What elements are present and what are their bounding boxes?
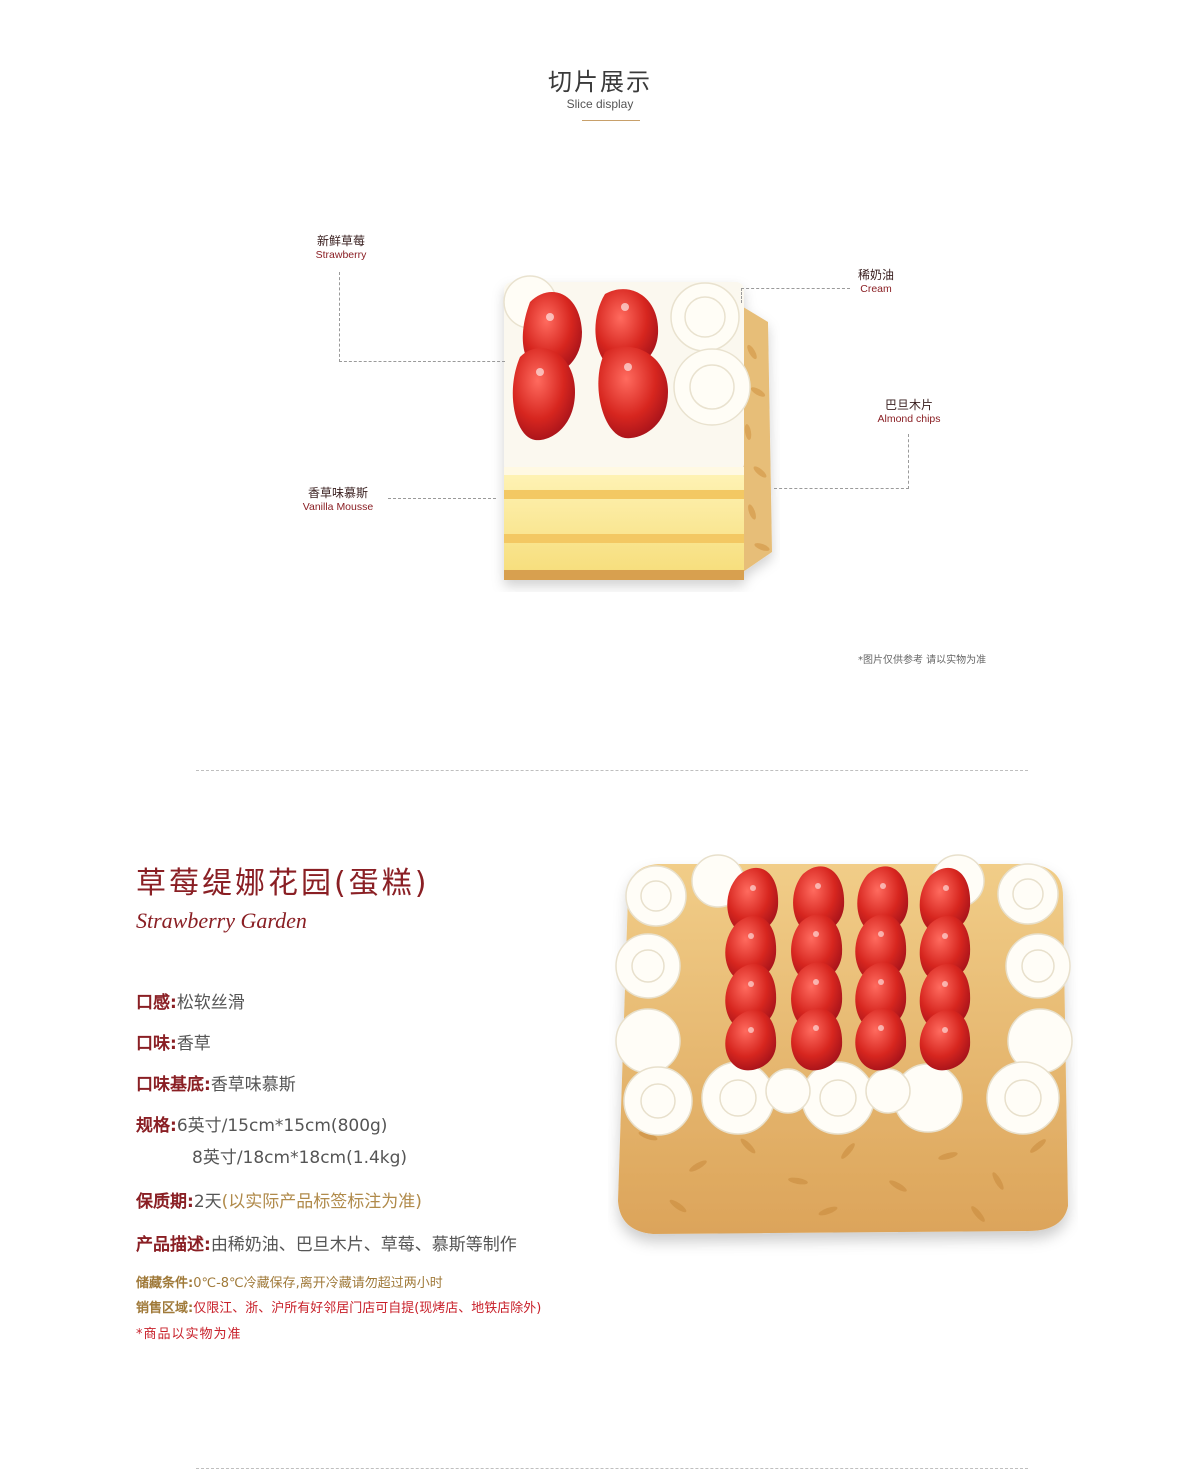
storage-key: 储藏条件:: [136, 1276, 194, 1291]
label-mousse-cn: 香草味慕斯: [307, 486, 368, 500]
row-shelf-life: 保质期:2天(以实际产品标签标注为准): [136, 1187, 422, 1212]
shelf-value: 2天: [193, 1192, 222, 1212]
shelf-key: 保质期:: [136, 1192, 194, 1212]
label-mousse: 香草味慕斯 Vanilla Mousse: [290, 486, 386, 514]
texture-value: 松软丝滑: [176, 993, 245, 1013]
leader-line-mousse: [388, 498, 496, 499]
base-value: 香草味慕斯: [210, 1075, 296, 1095]
product-title: 草莓缇娜花园(蛋糕): [136, 866, 430, 901]
shelf-note: (以实际产品标签标注为准): [221, 1192, 422, 1212]
leader-line-almond: [774, 434, 909, 489]
row-spec: 规格:6英寸/15cm*15cm(800g): [136, 1111, 387, 1136]
label-strawberry-en: Strawberry: [315, 249, 367, 261]
product-title-en: Strawberry Garden: [136, 908, 307, 933]
row-flavor: 口味:香草: [136, 1029, 211, 1054]
label-cream-cn: 稀奶油: [857, 268, 894, 282]
row-description: 产品描述:由稀奶油、巴旦木片、草莓、慕斯等制作: [136, 1230, 517, 1255]
label-almond-cn: 巴旦木片: [884, 398, 933, 412]
leader-line-cream: [741, 288, 850, 303]
label-almond: 巴旦木片 Almond chips: [864, 398, 954, 426]
spec-value-2: 8英寸/18cm*18cm(1.4kg): [192, 1148, 408, 1168]
bottom-divider: [196, 1468, 1028, 1469]
divider: [196, 770, 1028, 771]
row-base: 口味基底:香草味慕斯: [136, 1070, 296, 1095]
label-almond-en: Almond chips: [877, 413, 941, 425]
flavor-key: 口味:: [136, 1034, 177, 1054]
spec-key: 规格:: [136, 1116, 177, 1136]
disclaimer: *商品以实物为准: [136, 1327, 242, 1342]
flavor-value: 香草: [176, 1034, 211, 1054]
area-value: 仅限江、浙、沪所有好邻居门店可自提(现烤店、地铁店除外): [193, 1301, 542, 1316]
row-sales-area: 销售区域:仅限江、浙、沪所有好邻居门店可自提(现烤店、地铁店除外): [136, 1297, 541, 1316]
storage-value: 0℃-8℃冷藏保存,离开冷藏请勿超过两小时: [193, 1276, 443, 1291]
desc-key: 产品描述:: [136, 1235, 211, 1255]
desc-value: 由稀奶油、巴旦木片、草莓、慕斯等制作: [210, 1235, 517, 1255]
slice-note: *图片仅供参考 请以实物为准: [858, 655, 987, 666]
row-texture: 口感:松软丝滑: [136, 988, 245, 1013]
label-cream: 稀奶油 Cream: [840, 268, 912, 296]
label-cream-en: Cream: [860, 283, 892, 295]
whole-cake-image: [615, 854, 1073, 1234]
cake-slice-image: [503, 275, 772, 580]
texture-key: 口感:: [136, 993, 177, 1013]
label-strawberry: 新鲜草莓 Strawberry: [300, 234, 382, 262]
label-mousse-en: Vanilla Mousse: [302, 501, 374, 513]
base-key: 口味基底:: [136, 1075, 211, 1095]
section-underline: [582, 120, 640, 121]
section-title: 切片展示: [548, 68, 652, 96]
section-subtitle: Slice display: [566, 97, 634, 111]
leader-line-strawberry: [339, 272, 505, 362]
label-strawberry-cn: 新鲜草莓: [316, 234, 365, 248]
row-storage: 储藏条件:0℃-8℃冷藏保存,离开冷藏请勿超过两小时: [136, 1272, 443, 1291]
area-key: 销售区域:: [136, 1301, 194, 1316]
spec-value-1: 6英寸/15cm*15cm(800g): [176, 1116, 388, 1136]
